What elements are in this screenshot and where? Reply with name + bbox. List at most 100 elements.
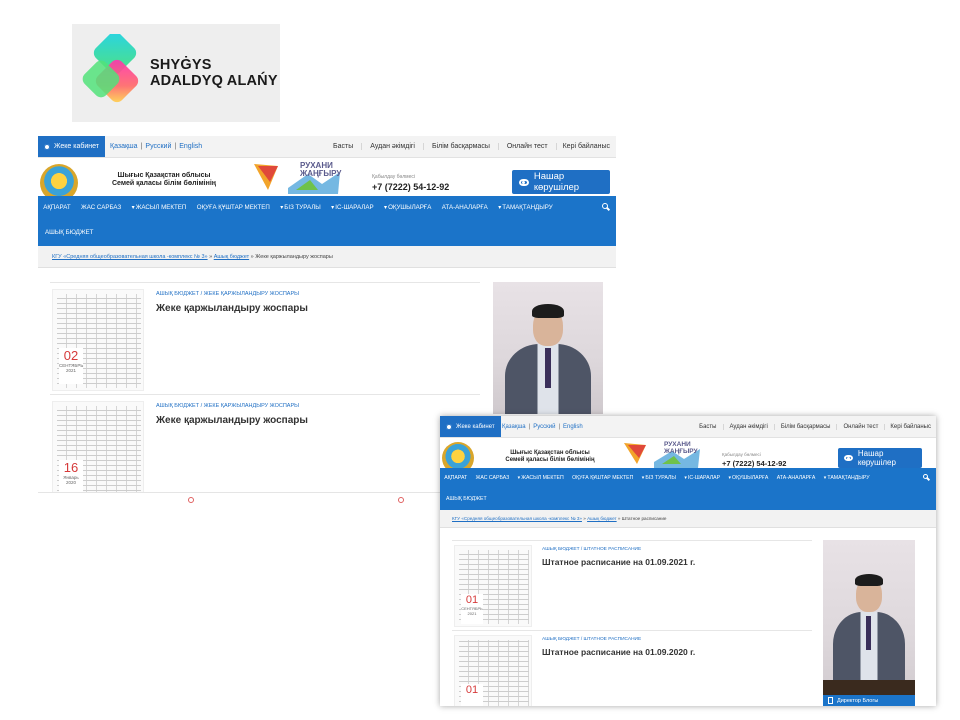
nav-item-open-budget[interactable]: АШЫҚ БЮДЖЕТ: [45, 229, 93, 236]
nav-item[interactable]: ЖАС САРБАЗ: [76, 204, 127, 211]
top-link-akimat[interactable]: Аудан әкімдігі: [361, 143, 423, 150]
nav-item[interactable]: ЖАС САРБАЗ: [471, 475, 513, 481]
article-thumbnail[interactable]: 02 СЕНТЯБРЬ 2021: [52, 289, 144, 391]
phone-number[interactable]: +7 (7222) 54-12-92: [722, 459, 786, 468]
phone-label: Қабылдау бөлмесі: [372, 174, 415, 180]
ruhani-line-2: ЖАҢҒЫРУ: [664, 447, 698, 455]
cabinet-label: Жеке кабинет: [54, 143, 100, 150]
date-day: 16: [63, 460, 79, 475]
nav-item[interactable]: АТА-АНАЛАРҒА: [773, 475, 820, 481]
article-title[interactable]: Штатное расписание на 01.09.2021 г.: [542, 557, 695, 567]
nav-item[interactable]: АҚПАРАТ: [38, 204, 76, 211]
phone-label: Қабылдау бөлмесі: [722, 452, 761, 457]
director-blog-link[interactable]: Директор Блогы: [823, 695, 915, 706]
nav-item[interactable]: БІЗ ТУРАЛЫ: [275, 204, 326, 211]
eye-icon: [844, 455, 853, 461]
top-link-akimat[interactable]: Аудан әкімдігі: [722, 423, 774, 430]
header-title-line-1: Шығыс Қазақстан облысы: [510, 450, 590, 456]
logo-mark-icon: [82, 34, 139, 103]
nav-item[interactable]: ОҚУҒА ҚҰШТАР МЕКТЕП: [192, 204, 275, 211]
article-date: 01: [461, 684, 483, 706]
logo-wordmark: SHYĠYS ADALDYQ ALAŃY: [150, 57, 278, 89]
top-links: Басты Аудан әкімдігі Білім басқармасы Он…: [325, 136, 616, 157]
search-icon[interactable]: [923, 474, 928, 479]
article-thumbnail[interactable]: 01 СЕНТЯБРЬ 2021: [454, 545, 532, 627]
top-link-home[interactable]: Басты: [693, 424, 722, 430]
low-vision-button[interactable]: Нашар көрушілер: [838, 448, 922, 468]
brand-logo: SHYĠYS ADALDYQ ALAŃY: [72, 24, 280, 122]
ruhani-line-2: ЖАҢҒЫРУ: [300, 169, 342, 179]
top-link-feedback[interactable]: Кері байланыс: [555, 143, 616, 150]
user-icon: [44, 143, 50, 150]
breadcrumb-current: Штатное расписание: [621, 516, 667, 521]
article-card: 01 АШЫҚ БЮДЖЕТ / ШТАТНОЕ РАСПИСАНИЕ Штат…: [452, 630, 812, 706]
ruhani-logo: РУХАНИ ЖАҢҒЫРУ: [248, 160, 344, 196]
lang-russian[interactable]: Русский: [533, 424, 555, 430]
nav-item[interactable]: ТАМАҚТАНДЫРУ: [820, 475, 874, 481]
nav-item[interactable]: БІЗ ТУРАЛЫ: [638, 475, 681, 481]
article-category[interactable]: АШЫҚ БЮДЖЕТ / ШТАТНОЕ РАСПИСАНИЕ: [542, 637, 641, 642]
director-blog-label: Директор Блогы: [837, 697, 879, 704]
article-title[interactable]: Жеке қаржыландыру жоспары: [156, 303, 308, 314]
main-nav: АҚПАРАТЖАС САРБАЗЖАСЫЛ МЕКТЕПОҚУҒА ҚҰШТА…: [440, 468, 936, 510]
article-category[interactable]: АШЫҚ БЮДЖЕТ / ЖЕКЕ ҚАРЖЫЛАНДЫРУ ЖОСПАРЫ: [156, 291, 299, 297]
top-link-home[interactable]: Басты: [325, 143, 361, 150]
phone-number[interactable]: +7 (7222) 54-12-92: [372, 182, 449, 192]
low-vision-button[interactable]: Нашар көрушілер: [512, 170, 610, 194]
top-bar: Жеке кабинет Қазақша | Русский | English Б…: [440, 416, 936, 438]
article-category[interactable]: АШЫҚ БЮДЖЕТ / ШТАТНОЕ РАСПИСАНИЕ: [542, 547, 641, 552]
lang-english[interactable]: English: [563, 424, 583, 430]
nav-item[interactable]: ІС-ШАРАЛАР: [680, 475, 724, 481]
top-link-online-test[interactable]: Онлайн тест: [836, 423, 884, 430]
breadcrumb-current: Жеке қаржыландыру жоспары: [255, 254, 333, 260]
article-title[interactable]: Жеке қаржыландыру жоспары: [156, 415, 308, 426]
nav-item[interactable]: ОҚУҒА ҚҰШТАР МЕКТЕП: [568, 475, 638, 481]
language-switcher: Қазақша | Русский | English: [110, 143, 203, 150]
cabinet-label: Жеке кабинет: [456, 423, 495, 430]
header-title: Шығыс Қазақстан облысы Семей қаласы білі…: [480, 450, 620, 464]
director-photo[interactable]: [493, 282, 603, 414]
lang-russian[interactable]: Русский: [145, 143, 171, 150]
nav-item[interactable]: АТА-АНАЛАРҒА: [437, 204, 493, 211]
lang-kazakh[interactable]: Қазақша: [502, 424, 526, 430]
ruhani-logo: РУХАНИ ЖАҢҒЫРУ: [620, 440, 704, 468]
article-thumbnail[interactable]: 01: [454, 635, 532, 706]
top-link-online-test[interactable]: Онлайн тест: [497, 143, 556, 150]
lang-kazakh[interactable]: Қазақша: [110, 143, 138, 150]
article-category[interactable]: АШЫҚ БЮДЖЕТ / ЖЕКЕ ҚАРЖЫЛАНДЫРУ ЖОСПАРЫ: [156, 403, 299, 409]
date-year: 2021: [467, 611, 477, 616]
breadcrumb-link-budget[interactable]: Ашық бюджет: [214, 254, 249, 260]
header-title: Шығыс Қазақстан облысы Семей қаласы білі…: [84, 172, 244, 188]
nav-item[interactable]: ОҚУШЫЛАРҒА: [379, 204, 437, 211]
lang-english[interactable]: English: [179, 143, 202, 150]
document-icon: [828, 697, 833, 704]
breadcrumb-link-budget[interactable]: Ашық бюджет: [587, 516, 617, 521]
top-link-feedback[interactable]: Кері байланыс: [884, 423, 936, 430]
article-thumbnail[interactable]: 16 Январь 2020: [52, 401, 144, 503]
article-card: 01 СЕНТЯБРЬ 2021 АШЫҚ БЮДЖЕТ / ШТАТНОЕ Р…: [452, 540, 812, 632]
breadcrumb-link-school[interactable]: КГУ «Средняя общеобразовательная школа -…: [452, 516, 582, 521]
nav-item[interactable]: ТАМАҚТАНДЫРУ: [493, 204, 558, 211]
top-bar: Жеке кабинет Қазақша | Русский | English Б…: [38, 136, 616, 158]
director-photo[interactable]: Директор Блогы: [823, 540, 915, 706]
logo-line-2: ADALDYQ ALAŃY: [150, 73, 278, 89]
nav-item[interactable]: ОҚУШЫЛАРҒА: [724, 475, 772, 481]
top-links: Басты Аудан әкімдігі Білім басқармасы Он…: [693, 416, 936, 437]
top-link-education[interactable]: Білім басқармасы: [422, 143, 498, 150]
nav-item[interactable]: АҚПАРАТ: [440, 475, 471, 481]
nav-item[interactable]: ІС-ШАРАЛАР: [326, 204, 379, 211]
breadcrumb: КГУ «Средняя общеобразовательная школа -…: [440, 510, 936, 528]
article-title[interactable]: Штатное расписание на 01.09.2020 г.: [542, 647, 695, 657]
nav-item[interactable]: ЖАСЫЛ МЕКТЕП: [513, 475, 567, 481]
main-nav: АҚПАРАТЖАС САРБАЗЖАСЫЛ МЕКТЕПОҚУҒА ҚҰШТА…: [38, 196, 616, 246]
site-header: Шығыс Қазақстан облысы Семей қаласы білі…: [38, 158, 616, 202]
cabinet-button[interactable]: Жеке кабинет: [38, 136, 106, 157]
cabinet-button[interactable]: Жеке кабинет: [440, 416, 501, 437]
date-day: 02: [63, 348, 79, 363]
search-icon[interactable]: [602, 203, 608, 209]
nav-item[interactable]: ЖАСЫЛ МЕКТЕП: [126, 204, 191, 211]
nav-item-open-budget[interactable]: АШЫҚ БЮДЖЕТ: [446, 496, 487, 502]
article-card: 02 СЕНТЯБРЬ 2021 АШЫҚ БЮДЖЕТ / ЖЕКЕ ҚАРЖ…: [50, 282, 480, 394]
breadcrumb-link-school[interactable]: КГУ «Средняя общеобразовательная школа -…: [52, 254, 208, 260]
top-link-education[interactable]: Білім басқармасы: [773, 423, 837, 430]
